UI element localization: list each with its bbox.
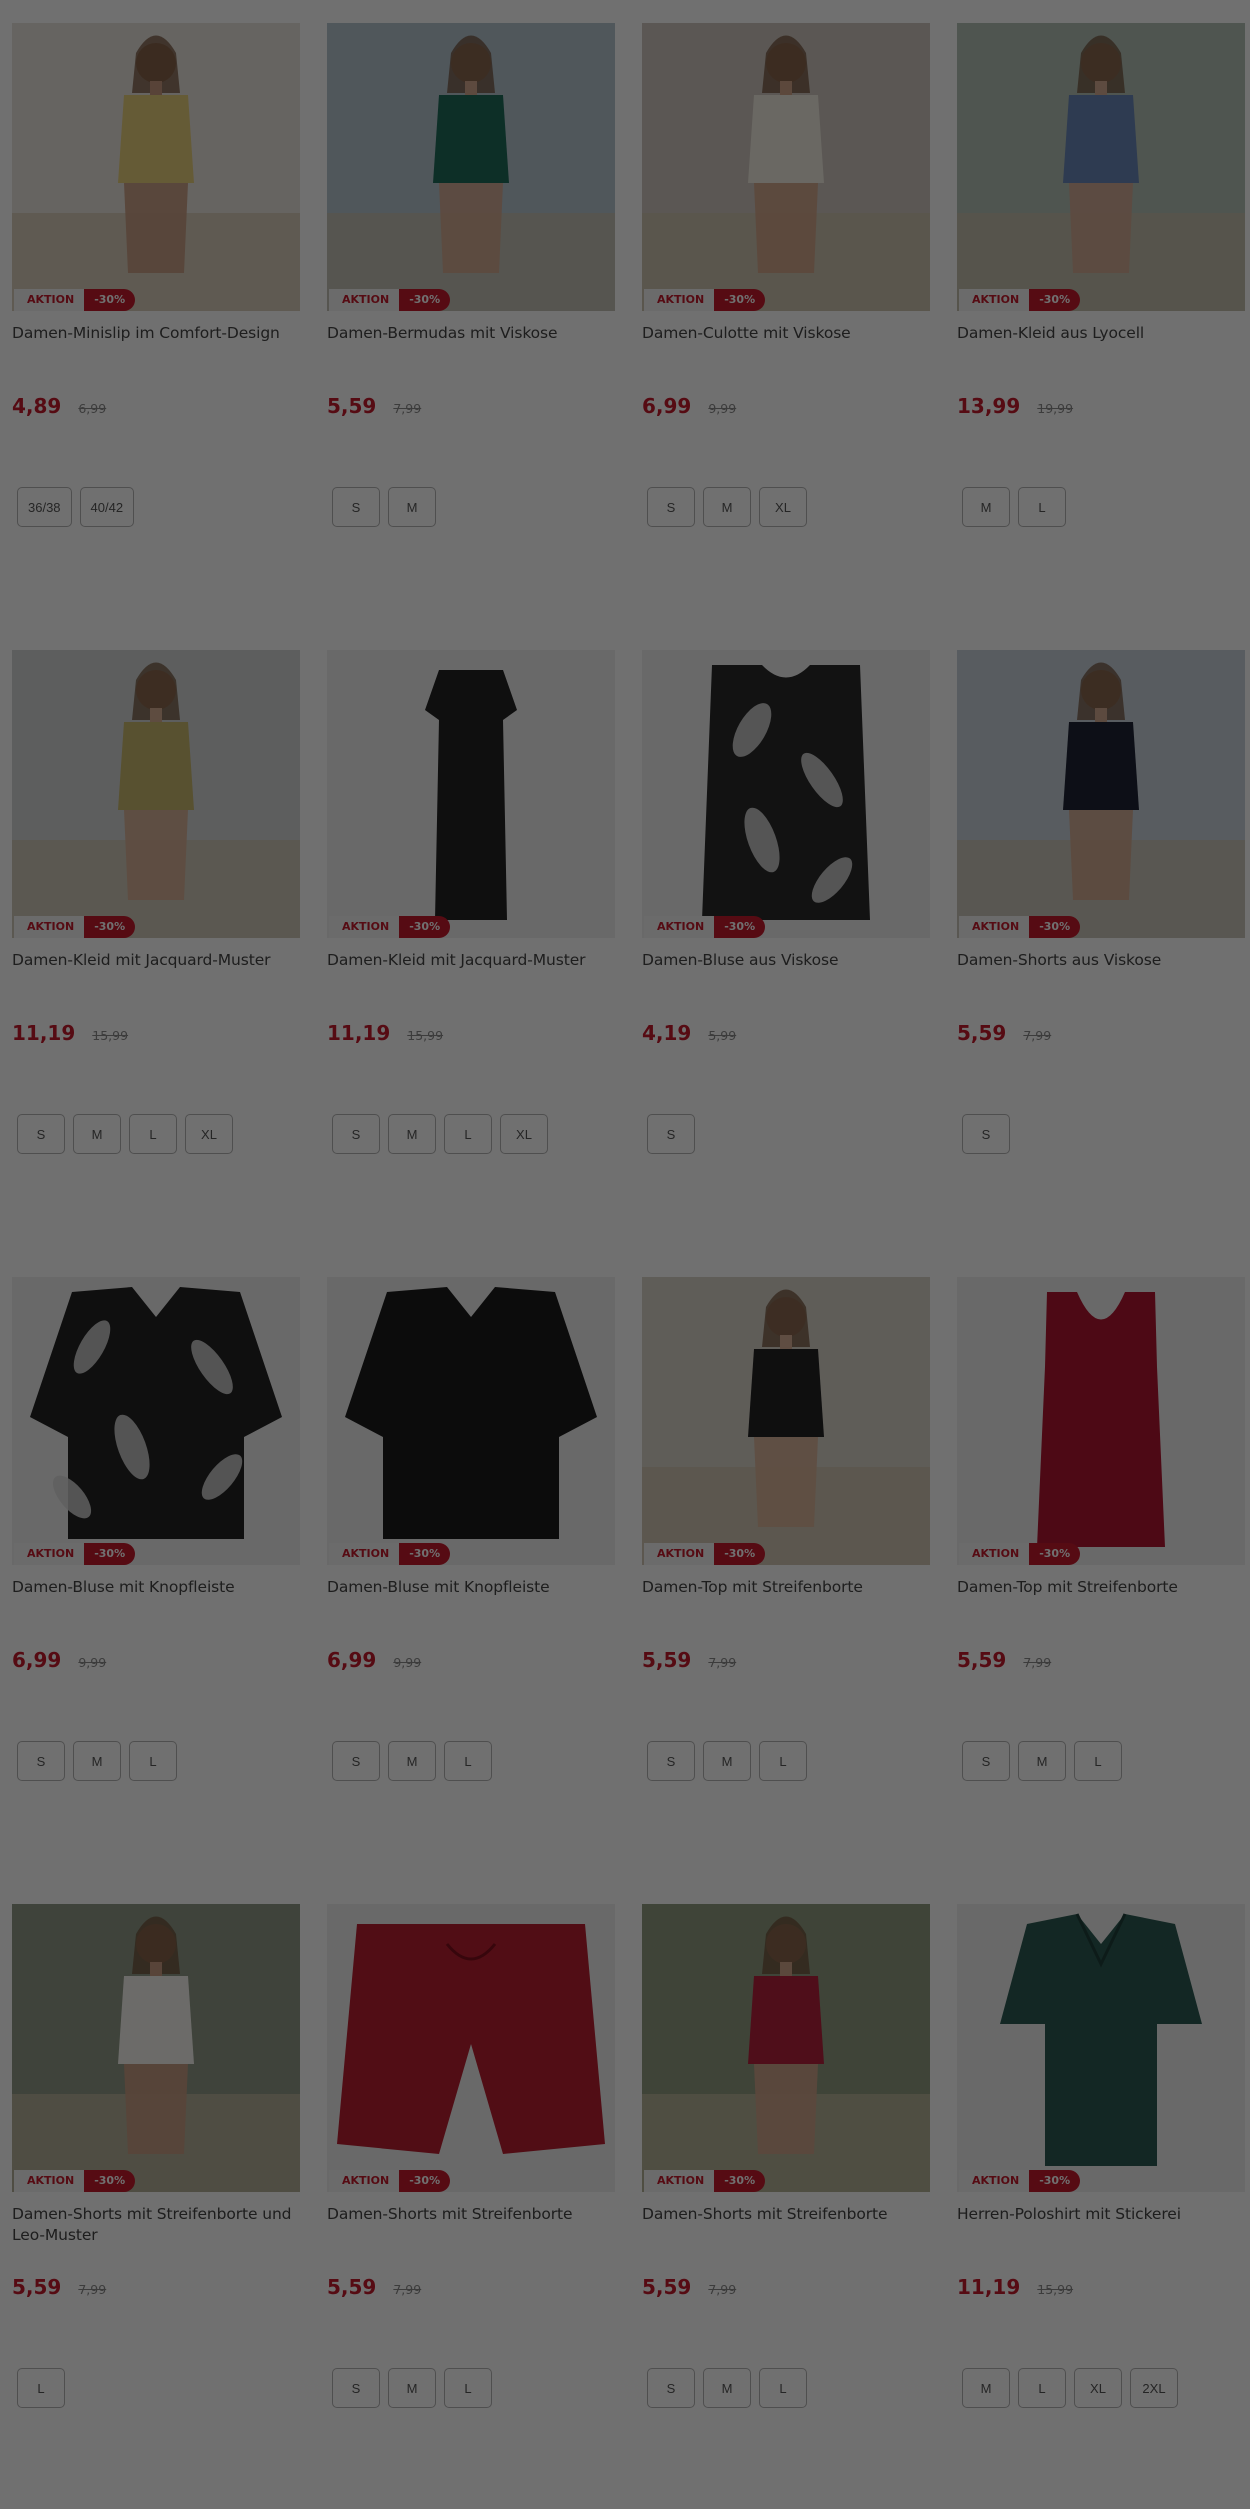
modal-overlay[interactable] <box>0 0 1250 2509</box>
